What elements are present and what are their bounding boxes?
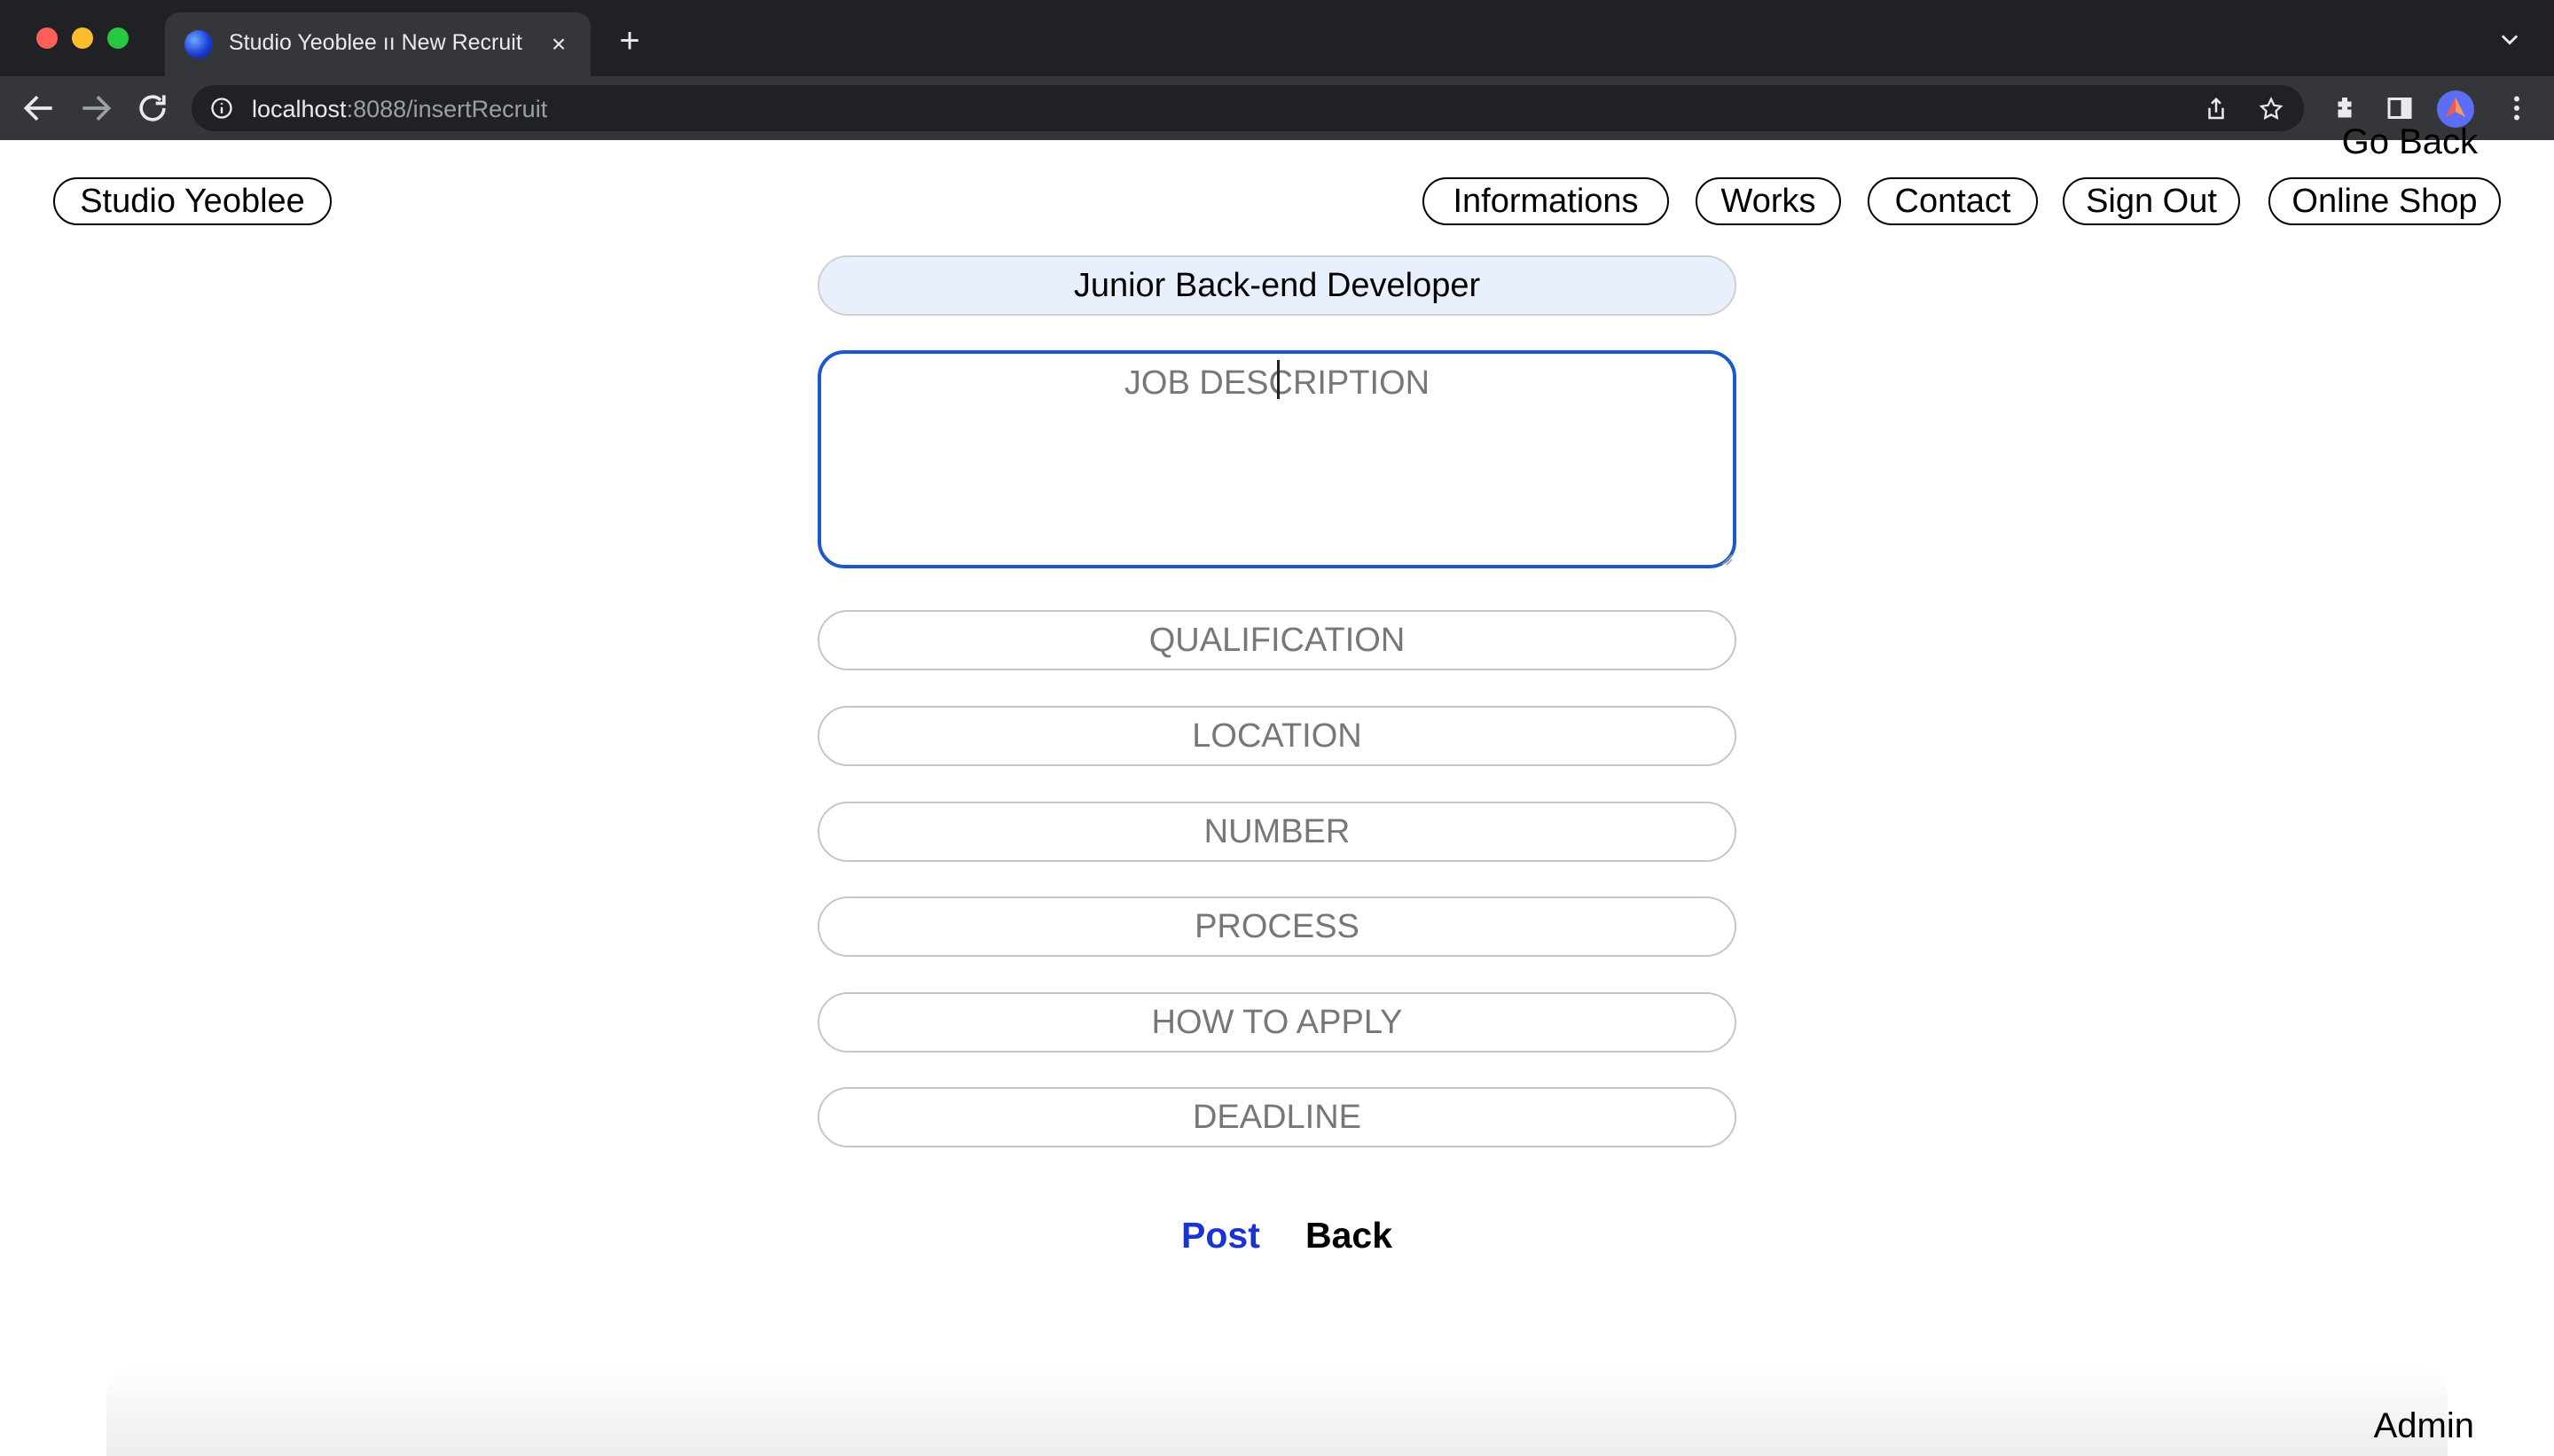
- forward-arrow-icon[interactable]: [76, 89, 115, 128]
- back-button[interactable]: Back: [1305, 1215, 1392, 1256]
- nav-works[interactable]: Works: [1696, 177, 1841, 225]
- post-button[interactable]: Post: [1181, 1215, 1260, 1256]
- brand-logo-button[interactable]: Studio Yeoblee: [53, 177, 332, 225]
- location-input[interactable]: LOCATION: [818, 706, 1736, 766]
- close-window-button[interactable]: [36, 27, 58, 49]
- address-bar[interactable]: localhost:8088/insertRecruit: [192, 85, 2304, 131]
- minimize-window-button[interactable]: [72, 27, 93, 49]
- reload-icon[interactable]: [133, 89, 172, 128]
- url-host: localhost: [252, 96, 347, 122]
- text-caret: [1277, 360, 1280, 399]
- favicon-icon: [184, 30, 213, 59]
- admin-label: Admin: [2373, 1406, 2474, 1445]
- nav-informations[interactable]: Informations: [1422, 177, 1669, 225]
- back-arrow-icon[interactable]: [20, 89, 59, 128]
- tab-strip: Studio Yeoblee ıı New Recruit × +: [0, 0, 2554, 76]
- how-to-apply-input[interactable]: HOW TO APPLY: [818, 992, 1736, 1053]
- nav-sign-out[interactable]: Sign Out: [2063, 177, 2240, 225]
- page-content: Go Back Studio Yeoblee Informations Work…: [0, 122, 2554, 1456]
- share-icon[interactable]: [2203, 96, 2229, 122]
- deadline-input[interactable]: DEADLINE: [818, 1087, 1736, 1147]
- footer-bar: [106, 1364, 2448, 1456]
- go-back-link[interactable]: Go Back: [2342, 122, 2478, 162]
- tab-close-icon[interactable]: ×: [541, 27, 576, 62]
- tab-title: Studio Yeoblee ıı New Recruit: [229, 30, 522, 55]
- qualification-input[interactable]: QUALIFICATION: [818, 610, 1736, 670]
- number-input[interactable]: NUMBER: [818, 802, 1736, 862]
- info-icon[interactable]: [209, 96, 234, 121]
- browser-toolbar: localhost:8088/insertRecruit: [0, 76, 2554, 140]
- process-input[interactable]: PROCESS: [818, 896, 1736, 957]
- nav-contact[interactable]: Contact: [1868, 177, 2038, 225]
- star-icon[interactable]: [2258, 96, 2284, 122]
- job-title-input[interactable]: Junior Back-end Developer: [818, 255, 1736, 316]
- browser-chrome: Studio Yeoblee ıı New Recruit × + localh…: [0, 0, 2554, 140]
- more-menu-icon[interactable]: [2501, 92, 2533, 124]
- resize-handle-icon[interactable]: [1720, 553, 1733, 566]
- url-text: localhost:8088/insertRecruit: [252, 96, 547, 123]
- new-tab-button[interactable]: +: [610, 21, 649, 60]
- browser-tab-active[interactable]: Studio Yeoblee ıı New Recruit ×: [165, 12, 591, 76]
- side-panel-icon[interactable]: [2384, 92, 2416, 124]
- nav-online-shop[interactable]: Online Shop: [2268, 177, 2501, 225]
- tab-list-icon[interactable]: [2497, 27, 2522, 51]
- extensions-icon[interactable]: [2329, 92, 2361, 124]
- maximize-window-button[interactable]: [107, 27, 129, 49]
- url-path: :8088/insertRecruit: [346, 96, 548, 122]
